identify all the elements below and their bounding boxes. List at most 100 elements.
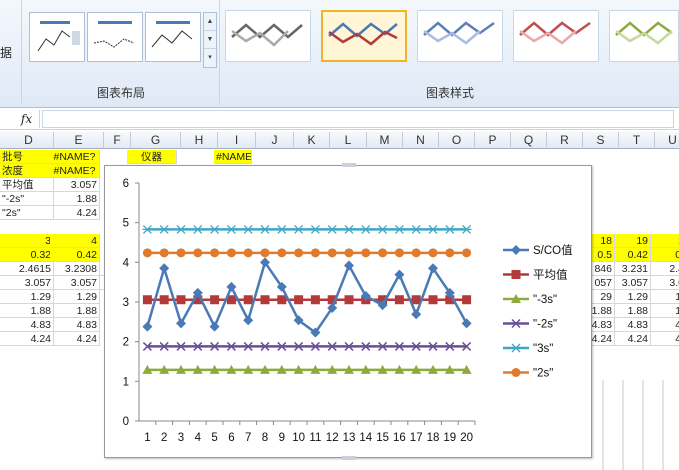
data-point-s5-19 [445,248,455,258]
x-tick-label: 7 [245,432,251,444]
cell-e-r11[interactable]: 1.29 [50,290,100,304]
cell-u-r11[interactable]: 1. [651,290,679,304]
cell-u-r10[interactable]: 3.0 [651,276,679,290]
y-tick-label: 5 [123,218,129,230]
cell-d-r11[interactable]: 1.29 [0,290,54,304]
cell-d-r14[interactable]: 4.24 [0,332,54,346]
column-header-t[interactable]: T [619,132,655,149]
cell-t-r13[interactable]: 4.83 [615,318,651,332]
cell-g-r1[interactable]: 仪器 [127,150,177,164]
data-point-s5-10 [294,248,304,258]
cell-e-r14[interactable]: 4.24 [50,332,100,346]
cell-d-r9[interactable]: 2.4615 [0,262,54,276]
column-header-r[interactable]: R [547,132,583,149]
column-header-p[interactable]: P [475,132,511,149]
column-header-n[interactable]: N [403,132,439,149]
y-tick-label: 1 [123,376,129,388]
cell-e-r4[interactable]: 1.88 [50,192,100,206]
column-header-g[interactable]: G [131,132,181,149]
cell-t-r7[interactable]: 19 [615,234,651,248]
cell-t-r11[interactable]: 1.29 [615,290,651,304]
cell-e-r3[interactable]: 3.057 [50,178,100,192]
cell-u-r14[interactable]: 4. [651,332,679,346]
chart-style-gray-tile[interactable] [225,10,311,62]
cell-d-r3[interactable]: 平均值 [0,178,54,192]
x-tick-label: 9 [279,432,285,444]
chart-style-blue-tile[interactable] [417,10,503,62]
column-header-u[interactable]: U [655,132,679,149]
cell-u-r13[interactable]: 4. [651,318,679,332]
cell-e-r5[interactable]: 4.24 [50,206,100,220]
cell-u-r8[interactable]: 0. [651,248,679,262]
cell-u-r9[interactable]: 2.4 [651,262,679,276]
cell-e-r1[interactable]: #NAME? [50,150,100,164]
cell-d-r4[interactable]: "-2s" [0,192,54,206]
column-header-s[interactable]: S [583,132,619,149]
cell-t-r14[interactable]: 4.24 [615,332,651,346]
chart-styles-group-label: 图表样式 [425,86,474,100]
column-header-q[interactable]: Q [511,132,547,149]
cell-e-r8[interactable]: 0.42 [50,248,100,262]
data-point-s5-3 [176,248,186,258]
cell-d-r5[interactable]: "2s" [0,206,54,220]
cell-e-r9[interactable]: 3.2308 [50,262,100,276]
column-header-j[interactable]: J [256,132,294,149]
data-point-s4-3 [176,224,186,234]
cell-d-r8[interactable]: 0.32 [0,248,54,262]
cell-e-r12[interactable]: 1.88 [50,304,100,318]
cell-d-r2[interactable]: 浓度 [0,164,54,178]
cell-t-r9[interactable]: 3.231 [615,262,651,276]
chart-style-red-tile[interactable] [513,10,599,62]
cell-d-r7[interactable]: 3 [0,234,54,248]
cell-u-r12[interactable]: 1. [651,304,679,318]
cell-u-r7[interactable]: 2 [651,234,679,248]
data-point-s4-8 [260,224,270,234]
chart-style-green-tile[interactable] [609,10,679,62]
gallery-up-icon[interactable]: ▲ [204,13,216,31]
select-data-label[interactable]: 据 [0,44,12,61]
column-header-f[interactable]: F [104,132,131,149]
gallery-more-icon[interactable]: ▾ [204,49,216,67]
cell-d-r1[interactable]: 批号 [0,150,54,164]
chart-style-selected-tile[interactable] [321,10,407,62]
chart-area[interactable]: 0 1 2 3 4 5 6 1 2 3 4 5 6 7 8 9 10 11 12 13 14 15 16 17 18 19 20 S/… [104,163,592,460]
column-header-d[interactable]: D [4,132,54,149]
cell-t-r10[interactable]: 3.057 [615,276,651,290]
style-red-icon [519,21,591,45]
column-header-k[interactable]: K [294,132,330,149]
column-header-i[interactable]: I [218,132,256,149]
data-point-s4-11 [310,224,321,234]
x-tick-label: 18 [427,432,440,444]
x-tick-label: 17 [410,432,423,444]
data-point-s5-18 [428,248,438,258]
cell-d-r13[interactable]: 4.83 [0,318,54,332]
cell-i-r1[interactable]: #NAME? [214,150,252,164]
chart-layout-3-thumb[interactable] [145,12,201,62]
column-header-m[interactable]: M [367,132,403,149]
cell-d-r12[interactable]: 1.88 [0,304,54,318]
cell-t-r12[interactable]: 1.88 [615,304,651,318]
legend-label-5: "2s" [533,368,553,380]
cell-t-r8[interactable]: 0.42 [615,248,651,262]
column-header-h[interactable]: H [181,132,218,149]
formula-input[interactable] [42,110,674,128]
x-tick-label: 14 [359,432,372,444]
column-header-o[interactable]: O [439,132,475,149]
cell-d-r10[interactable]: 3.057 [0,276,54,290]
insert-function-icon[interactable]: fx [14,110,40,128]
cell-e-r10[interactable]: 3.057 [50,276,100,290]
column-header-l[interactable]: L [330,132,367,149]
column-header-row: DEFGHIJKLMNOPQRSTU [0,132,679,149]
chart-layout-2-thumb[interactable] [87,12,143,62]
legend-label-3: "-2s" [533,319,557,331]
gallery-down-icon[interactable]: ▼ [204,31,216,49]
layout-gallery-scroll[interactable]: ▲ ▼ ▾ [203,12,217,68]
cell-e-r2[interactable]: #NAME? [50,164,100,178]
cell-e-r13[interactable]: 4.83 [50,318,100,332]
column-header-e[interactable]: E [54,132,104,149]
cell-e-r7[interactable]: 4 [50,234,100,248]
data-point-s5-7 [243,248,253,258]
x-tick-label: 4 [195,432,202,444]
data-point-s4-13 [344,224,354,234]
chart-layout-1-thumb[interactable] [29,12,85,62]
